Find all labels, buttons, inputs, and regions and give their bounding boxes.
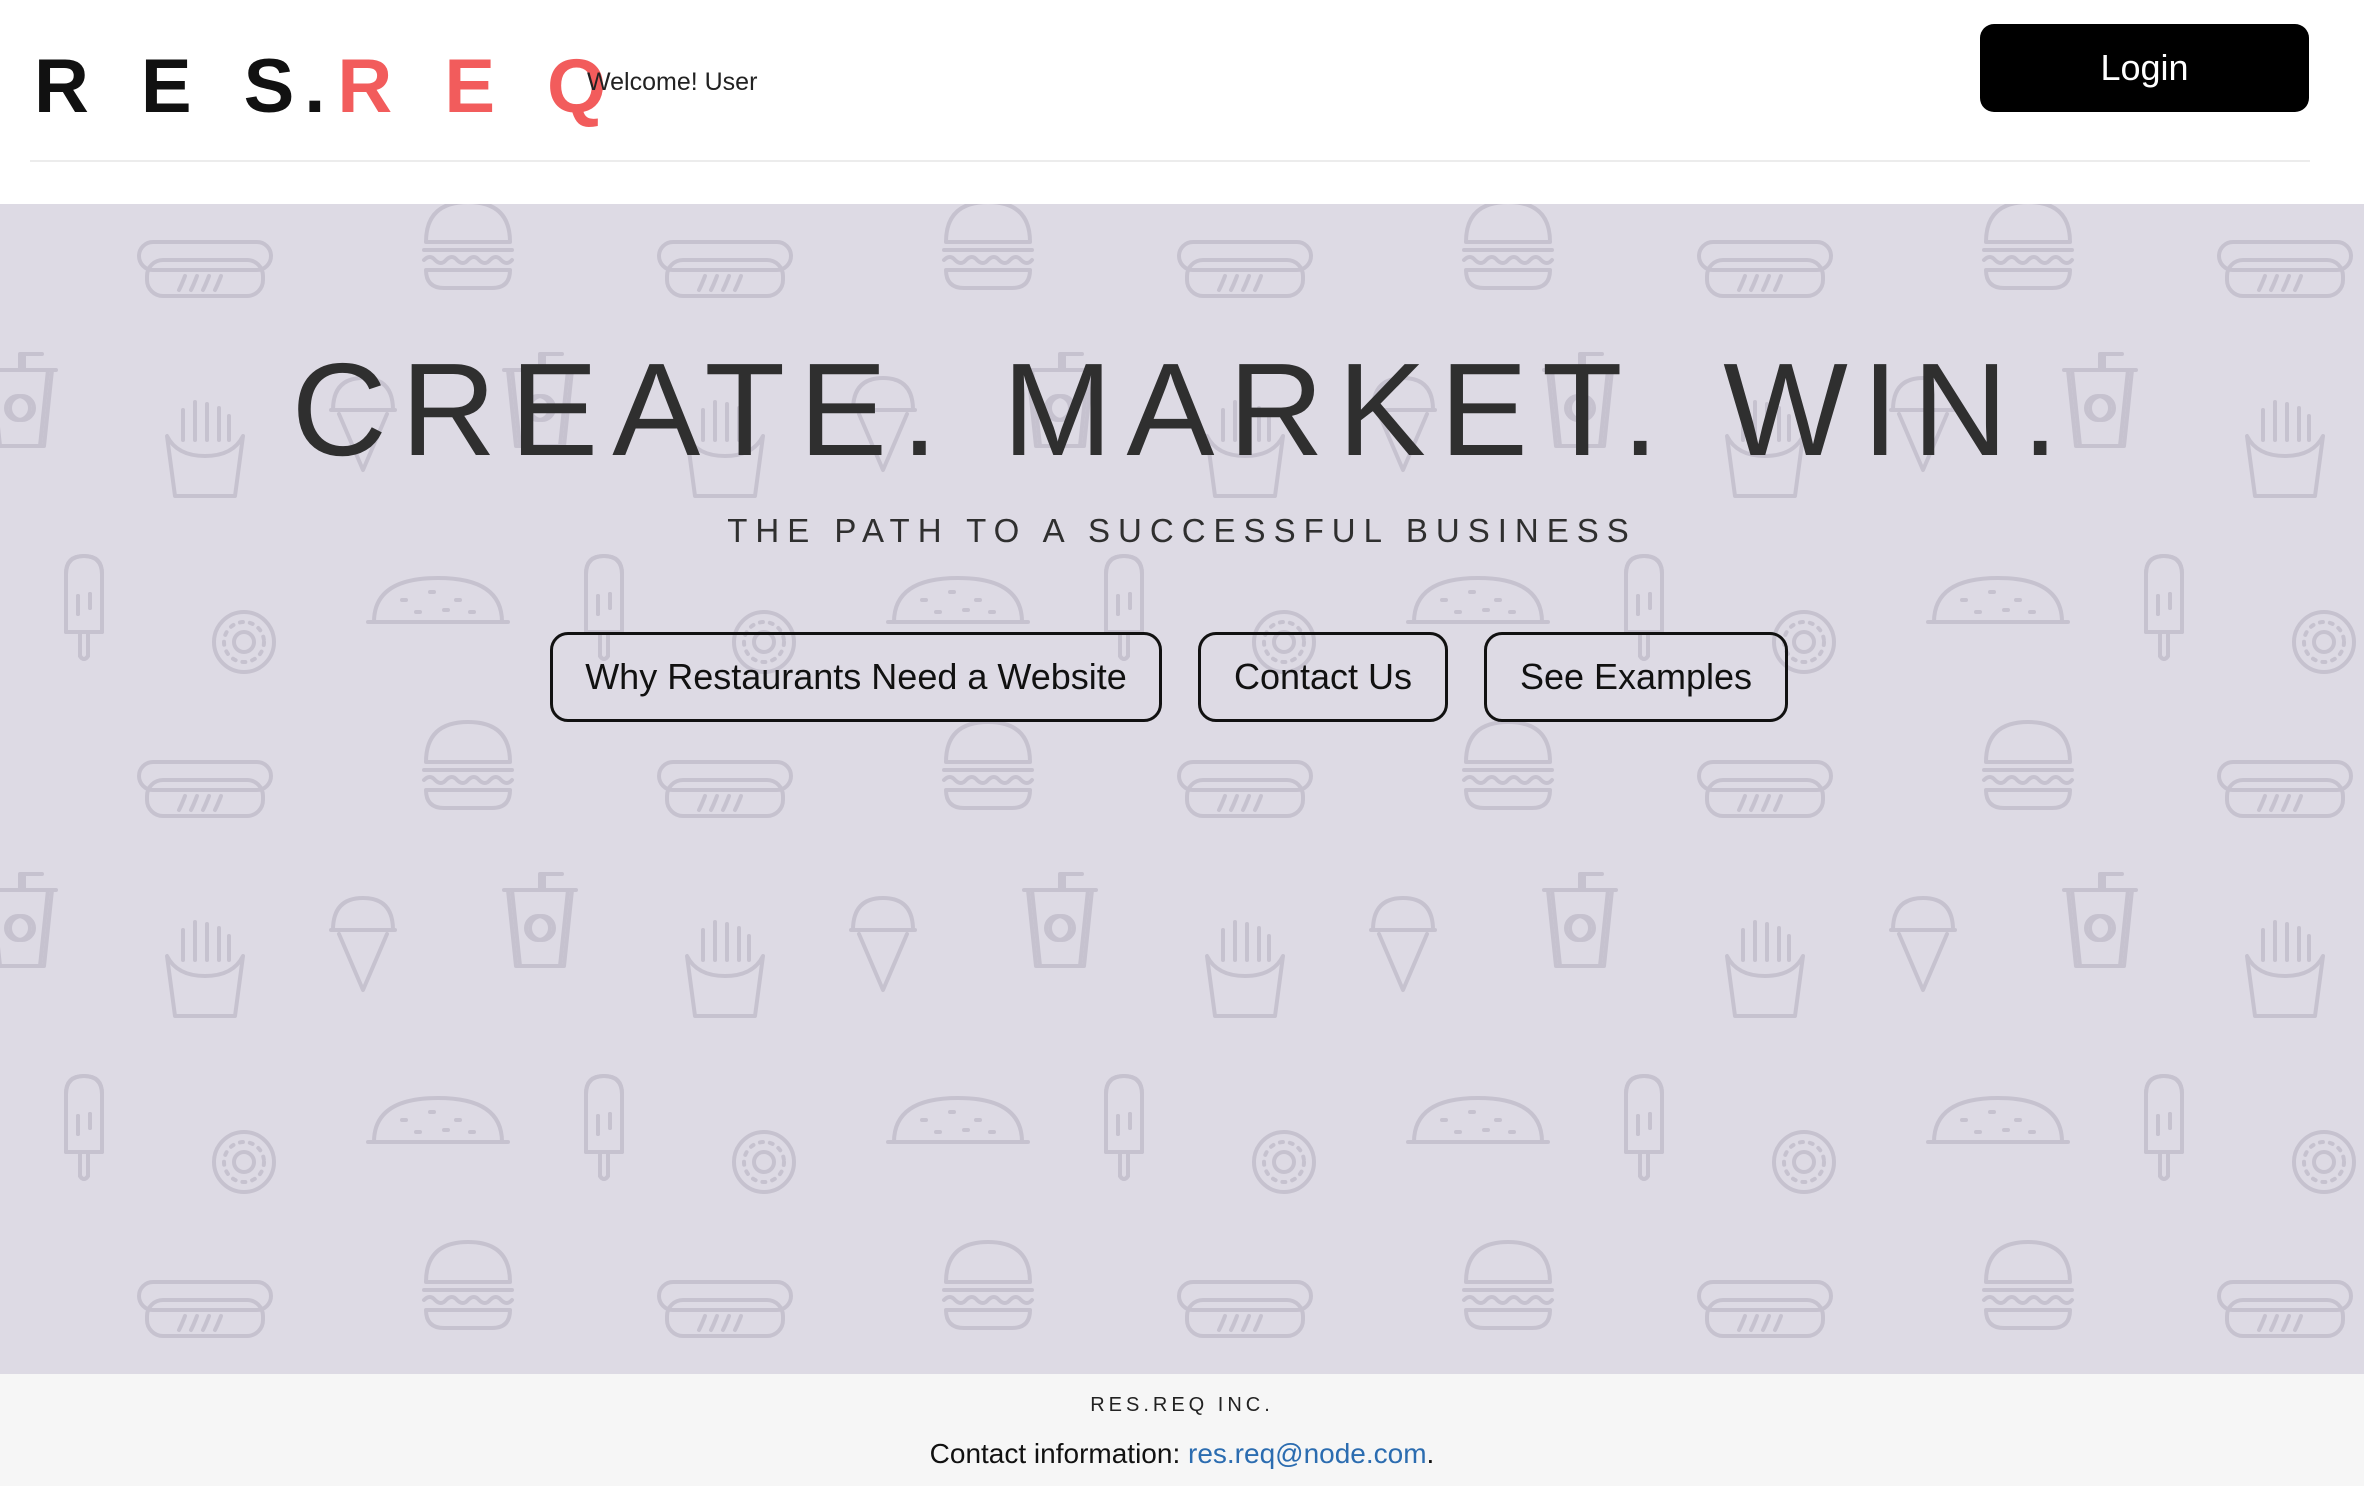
hotdog-icon [657,1280,793,1338]
burger-icon [1982,720,2074,810]
brand-logo[interactable]: R E S . R E Q [34,44,606,129]
brand-letter: R [337,43,393,129]
burger-icon [942,720,1034,810]
fries-icon [1205,920,1285,1018]
taco-icon [1406,1096,1550,1144]
fries-icon [2245,920,2325,1018]
hotdog-icon [1697,240,1833,298]
burger-icon [422,204,514,290]
hotdog-icon [137,1280,273,1338]
popsicle-icon [1104,1074,1144,1181]
footer-company-name: RES.REQ INC. [1090,1394,1274,1416]
fries-icon [1725,920,1805,1018]
welcome-message: Welcome! User [587,68,758,96]
see-examples-button[interactable]: See Examples [1484,632,1788,722]
brand-letter: S [243,43,295,129]
taco-icon [886,1096,1030,1144]
donut-icon [2292,610,2356,674]
donut-icon [2292,1130,2356,1194]
donut-icon [1772,1130,1836,1194]
popsicle-icon [584,1074,624,1181]
contact-suffix: . [1426,1438,1435,1469]
header-divider [30,160,2310,162]
popsicle-icon [2144,554,2184,661]
footer-contact-info: Contact information: res.req@node.com. [0,1438,2364,1470]
hotdog-icon [1697,1280,1833,1338]
taco-icon [1926,1096,2070,1144]
hotdog-icon [2217,1280,2353,1338]
popsicle-icon [64,1074,104,1181]
hotdog-icon [657,240,793,298]
taco-icon [1406,576,1550,624]
taco-icon [1926,576,2070,624]
hotdog-icon [2217,760,2353,818]
hotdog-icon [137,760,273,818]
login-button[interactable]: Login [1980,24,2309,112]
brand-letter: R [34,43,89,129]
popsicle-icon [2144,554,2184,661]
ice-cream-cone-icon [1889,896,1957,992]
header: R E S . R E Q Welcome! User Login [0,0,2364,204]
burger-icon [1982,1240,2074,1330]
page: R E S . R E Q Welcome! User Login CREATE… [0,0,2364,1486]
footer: RES.REQ INC. Contact information: res.re… [0,1374,2364,1486]
brand-letter: . [304,43,326,129]
hero-section: CREATE. MARKET. WIN. THE PATH TO A SUCCE… [0,204,2364,1374]
ice-cream-cone-icon [329,896,397,992]
hotdog-icon [657,760,793,818]
taco-icon [366,1096,510,1144]
popsicle-icon [64,554,104,661]
donut-icon [212,610,276,674]
popsicle-icon [64,554,104,661]
burger-icon [422,1240,514,1330]
burger-icon [1982,204,2074,290]
taco-icon [886,576,1030,624]
ice-cream-cone-icon [1369,896,1437,992]
why-restaurants-need-website-button[interactable]: Why Restaurants Need a Website [550,632,1162,722]
burger-icon [1462,720,1554,810]
brand-letter: E [444,43,496,129]
fries-icon [165,920,245,1018]
popsicle-icon [64,1074,104,1181]
popsicle-icon [584,1074,624,1181]
contact-label: Contact information: [929,1438,1188,1469]
hotdog-icon [1177,760,1313,818]
hero-title: CREATE. MARKET. WIN. [291,336,2073,483]
hotdog-icon [1697,760,1833,818]
ice-cream-cone-icon [849,896,917,992]
burger-icon [1462,1240,1554,1330]
contact-us-button[interactable]: Contact Us [1198,632,1448,722]
brand-letter: E [140,43,192,129]
hotdog-icon [1177,1280,1313,1338]
burger-icon [942,204,1034,290]
popsicle-icon [2144,1074,2184,1181]
fries-icon [685,920,765,1018]
hero-subtitle: THE PATH TO A SUCCESSFUL BUSINESS [727,512,1637,549]
hotdog-icon [1177,240,1313,298]
taco-icon [366,576,510,624]
popsicle-icon [2144,1074,2184,1181]
hotdog-icon [137,240,273,298]
burger-icon [1462,204,1554,290]
donut-icon [212,1130,276,1194]
burger-icon [422,720,514,810]
donut-icon [732,1130,796,1194]
hotdog-icon [2217,240,2353,298]
contact-email-link[interactable]: res.req@node.com [1188,1438,1427,1469]
donut-icon [1252,1130,1316,1194]
popsicle-icon [1104,1074,1144,1181]
popsicle-icon [1624,1074,1664,1181]
burger-icon [942,1240,1034,1330]
popsicle-icon [1624,1074,1664,1181]
